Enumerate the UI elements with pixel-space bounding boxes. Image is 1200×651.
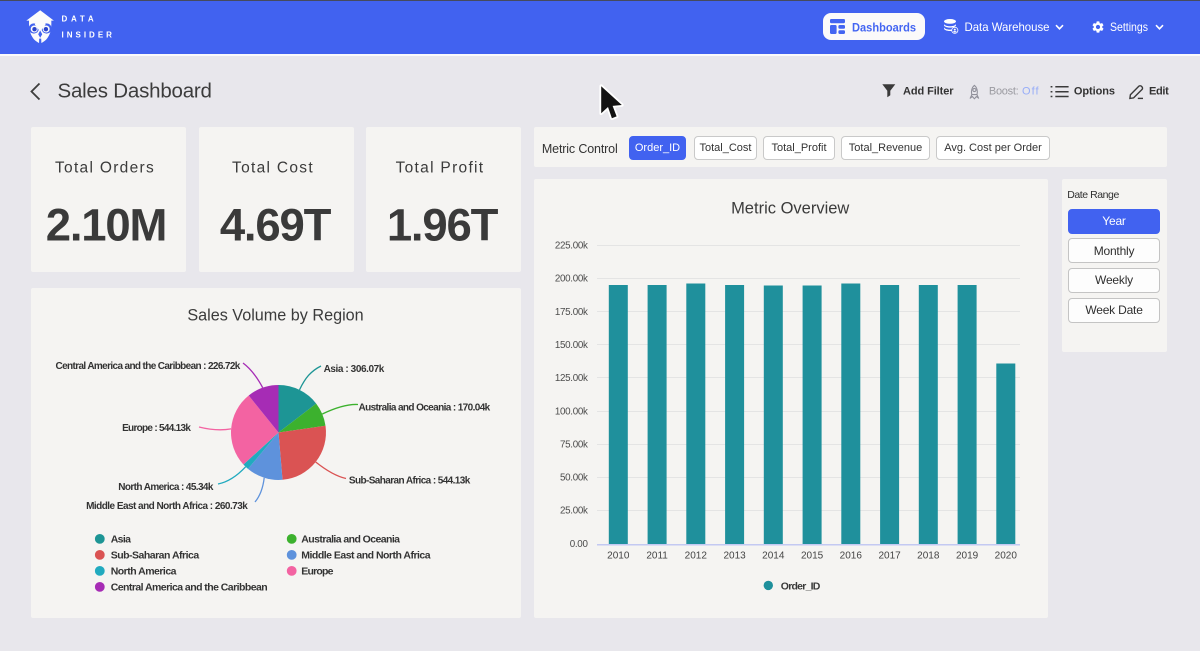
svg-text:INSIDER: INSIDER: [62, 30, 115, 39]
svg-text:2019: 2019: [956, 551, 979, 562]
svg-text:125.00k: 125.00k: [555, 373, 588, 384]
svg-text:Sales Volume by Region: Sales Volume by Region: [187, 306, 363, 324]
svg-text:Settings: Settings: [1110, 20, 1148, 34]
svg-text:Edit: Edit: [1149, 86, 1169, 98]
svg-text:North America: North America: [111, 566, 177, 578]
svg-text:Central America and the Caribb: Central America and the Caribbean : 226.…: [56, 361, 241, 372]
svg-text:Total Profit: Total Profit: [396, 160, 485, 177]
svg-text:75.00k: 75.00k: [560, 439, 588, 450]
svg-text:Sub-Saharan Africa: Sub-Saharan Africa: [111, 550, 200, 562]
svg-text:2011: 2011: [646, 551, 668, 562]
svg-text:2020: 2020: [995, 551, 1018, 562]
svg-text:2012: 2012: [685, 551, 708, 562]
svg-text:Asia : 306.07k: Asia : 306.07k: [324, 364, 385, 375]
svg-text:Middle East and North Africa :: Middle East and North Africa : 260.73k: [86, 501, 248, 512]
svg-text:150.00k: 150.00k: [555, 340, 588, 351]
svg-text:Australia and Oceania : 170.04: Australia and Oceania : 170.04k: [359, 403, 491, 414]
svg-text:Middle East and North Africa: Middle East and North Africa: [301, 550, 430, 562]
svg-text:2.10M: 2.10M: [46, 200, 166, 251]
svg-text:2010: 2010: [607, 551, 630, 562]
svg-text:Europe : 544.13k: Europe : 544.13k: [122, 423, 191, 434]
svg-text:Data Warehouse: Data Warehouse: [965, 20, 1050, 34]
svg-text:Sales Dashboard: Sales Dashboard: [58, 80, 212, 103]
svg-text:Off: Off: [1022, 86, 1039, 98]
svg-text:2014: 2014: [762, 551, 785, 562]
svg-text:225.00k: 225.00k: [555, 241, 588, 252]
svg-text:200.00k: 200.00k: [555, 274, 588, 285]
svg-text:Total Cost: Total Cost: [232, 160, 314, 177]
svg-text:Europe: Europe: [301, 566, 333, 578]
svg-text:2013: 2013: [723, 551, 746, 562]
svg-text:0.00: 0.00: [570, 539, 589, 550]
svg-text:Boost:: Boost:: [989, 86, 1019, 98]
svg-text:Options: Options: [1074, 86, 1115, 98]
svg-text:175.00k: 175.00k: [555, 307, 588, 318]
svg-text:Australia and Oceania: Australia and Oceania: [301, 534, 400, 546]
svg-text:1.96T: 1.96T: [387, 200, 499, 251]
svg-text:2015: 2015: [801, 551, 824, 562]
svg-text:Sub-Saharan Africa : 544.13k: Sub-Saharan Africa : 544.13k: [349, 476, 471, 487]
svg-text:Asia: Asia: [111, 534, 131, 546]
svg-text:Total Orders: Total Orders: [55, 160, 155, 177]
svg-text:Metric Control: Metric Control: [542, 142, 618, 156]
svg-text:Dashboards: Dashboards: [852, 23, 916, 35]
svg-text:Metric Overview: Metric Overview: [731, 199, 849, 217]
svg-text:100.00k: 100.00k: [555, 406, 588, 417]
svg-text:Central America and the Caribb: Central America and the Caribbean: [111, 582, 268, 594]
svg-text:4.69T: 4.69T: [220, 200, 332, 251]
svg-text:DATA: DATA: [62, 14, 98, 23]
svg-text:North America : 45.34k: North America : 45.34k: [118, 482, 214, 493]
svg-text:Date Range: Date Range: [1067, 189, 1119, 201]
svg-text:Order_ID: Order_ID: [781, 581, 821, 593]
svg-text:2018: 2018: [917, 551, 940, 562]
svg-text:2017: 2017: [878, 551, 901, 562]
svg-text:Add Filter: Add Filter: [903, 86, 954, 98]
svg-text:2016: 2016: [840, 551, 863, 562]
svg-text:50.00k: 50.00k: [560, 473, 588, 484]
svg-text:25.00k: 25.00k: [560, 506, 588, 517]
